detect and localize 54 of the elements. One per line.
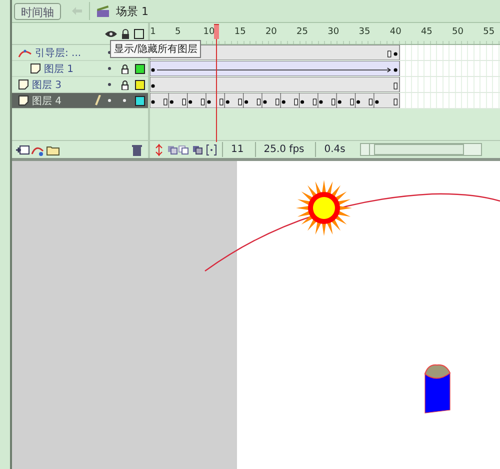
trash-icon[interactable] [132, 144, 142, 156]
layer-icon [18, 95, 29, 106]
frame-number: 35 [358, 27, 370, 37]
elapsed-time: 0.4s [315, 142, 354, 157]
frame-rate: 25.0 fps [254, 142, 312, 157]
onion-skin-icon[interactable] [167, 144, 189, 156]
frame-number: 10 [203, 27, 215, 37]
frame-number: 25 [296, 27, 308, 37]
folder-icon[interactable] [46, 144, 60, 156]
lock-icon[interactable] [120, 64, 128, 74]
frame-number: 5 [175, 27, 181, 37]
layer-frames[interactable] [150, 93, 400, 108]
layer-name: 图层 3 [32, 78, 62, 92]
lock-icon[interactable] [121, 28, 130, 38]
edit-frames-icon[interactable] [192, 144, 203, 156]
layer-icon [30, 63, 41, 74]
outline-icon[interactable] [134, 28, 144, 38]
timeline-button[interactable]: 时间轴 [14, 2, 61, 20]
onion-markers-icon[interactable] [206, 144, 217, 156]
outline-color[interactable] [134, 64, 144, 74]
eye-icon[interactable] [105, 30, 117, 38]
center-frame-icon[interactable] [154, 144, 164, 156]
visibility-dot[interactable] [108, 67, 111, 70]
tooltip: 显示/隐藏所有图层 [110, 40, 202, 58]
scene-name[interactable]: 场景 1 [116, 4, 148, 18]
visibility-dot[interactable] [108, 83, 111, 86]
horizontal-scrollbar[interactable] [360, 143, 482, 156]
layer-name: 图层 1 [44, 62, 74, 76]
layer-row[interactable]: 图层 1 [12, 61, 148, 77]
outline-color[interactable] [134, 96, 144, 106]
current-frame: 11 [222, 142, 252, 157]
frame-number: 15 [234, 27, 246, 37]
sun-drawing [296, 180, 352, 236]
frame-number: 50 [452, 27, 464, 37]
frame-number: 1 [150, 27, 156, 37]
frame-number: 40 [390, 27, 402, 37]
cylinder-drawing [424, 364, 450, 414]
guide-layer-icon [18, 48, 32, 58]
lock-icon[interactable] [120, 80, 128, 90]
playhead[interactable] [214, 24, 220, 142]
clapperboard-icon [96, 4, 110, 18]
layer-name: 引导层: ... [35, 46, 82, 60]
layer-frames[interactable] [150, 61, 400, 76]
frame-number: 45 [420, 27, 432, 37]
lock-dot[interactable] [123, 99, 126, 102]
frame-number: 30 [328, 27, 340, 37]
frame-number: 20 [265, 27, 277, 37]
layer-icon [18, 79, 29, 90]
visibility-dot[interactable] [108, 99, 111, 102]
layer-row[interactable]: 图层 4 [12, 93, 148, 109]
layer-name: 图层 4 [32, 94, 62, 108]
outline-color[interactable] [134, 80, 144, 90]
new-layer-icon[interactable] [16, 144, 30, 156]
frame-number: 55 [483, 27, 495, 37]
